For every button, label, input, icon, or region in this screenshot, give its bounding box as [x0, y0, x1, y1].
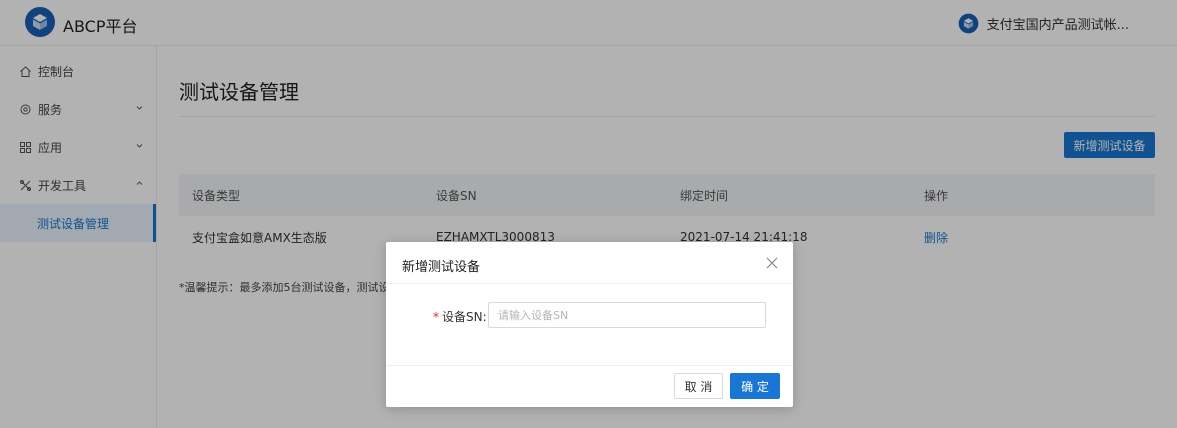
dialog-header: 新增测试设备: [386, 242, 793, 284]
label-colon: :: [482, 310, 487, 324]
sn-field-label: * 设备SN:: [433, 308, 487, 325]
dialog-footer: 取 消 确 定: [386, 365, 793, 407]
required-mark: *: [433, 310, 439, 324]
sn-label-text: 设备SN: [442, 310, 483, 324]
confirm-button[interactable]: 确 定: [730, 373, 780, 399]
device-sn-input[interactable]: [488, 302, 766, 328]
add-device-dialog: 新增测试设备 *设备SN: 取 消 确 定: [386, 242, 793, 407]
cancel-button[interactable]: 取 消: [674, 373, 723, 399]
dialog-title: 新增测试设备: [402, 260, 481, 275]
close-icon[interactable]: [765, 256, 779, 270]
